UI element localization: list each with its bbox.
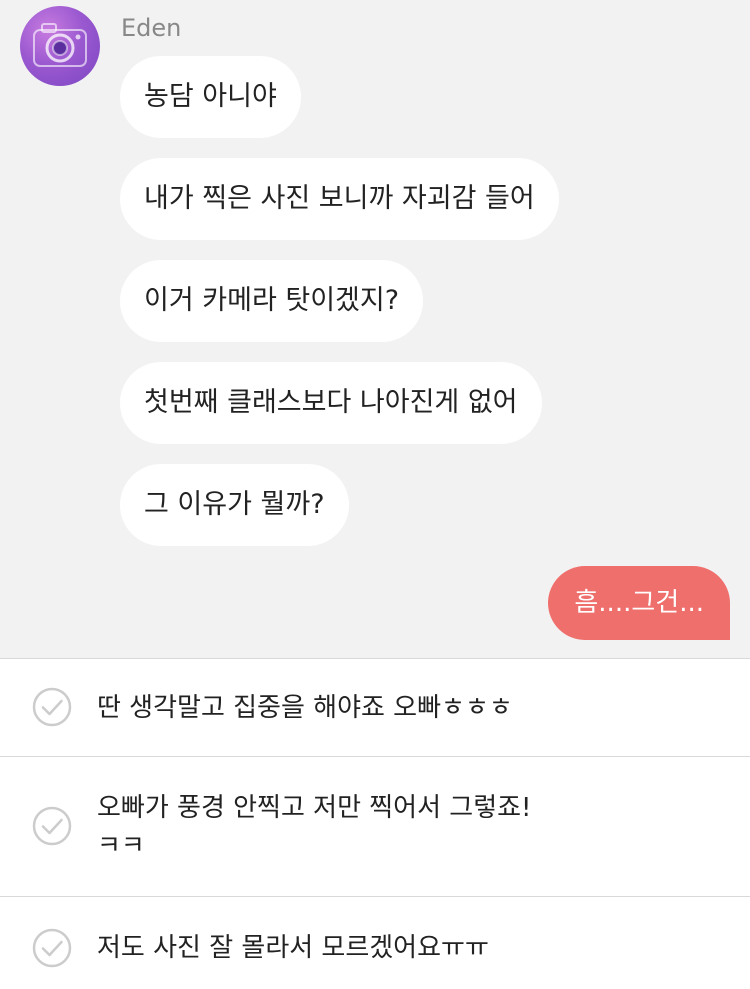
reply-option[interactable]: 딴 생각말고 집중을 해야죠 오빠ㅎㅎㅎ <box>0 659 750 756</box>
camera-icon <box>33 23 87 67</box>
sender-avatar[interactable] <box>20 6 100 86</box>
incoming-message: 그 이유가 뭘까? <box>120 464 349 546</box>
check-circle-icon <box>32 928 72 968</box>
incoming-message: 내가 찍은 사진 보니까 자괴감 들어 <box>120 158 559 240</box>
sender-name: Eden <box>121 14 182 42</box>
reply-option[interactable]: 저도 사진 잘 몰라서 모르겠어요ㅠㅠ <box>0 897 750 989</box>
outgoing-message: 흠....그건... <box>548 566 730 640</box>
check-circle-icon <box>32 806 72 846</box>
reply-option-text: 오빠가 풍경 안찍고 저만 찍어서 그렇죠! ㅋㅋ <box>97 793 532 861</box>
reply-option-text: 저도 사진 잘 몰라서 모르겠어요ㅠㅠ <box>97 933 489 963</box>
check-circle-icon <box>32 687 72 727</box>
reply-option-text: 딴 생각말고 집중을 해야죠 오빠ㅎㅎㅎ <box>97 693 513 723</box>
incoming-message: 농담 아니야 <box>120 56 301 138</box>
incoming-message: 이거 카메라 탓이겠지? <box>120 260 424 342</box>
chat-area: Eden 농담 아니야 내가 찍은 사진 보니까 자괴감 들어 이거 카메라 탓… <box>0 0 750 658</box>
reply-option[interactable]: 오빠가 풍경 안찍고 저만 찍어서 그렇죠! ㅋㅋ <box>0 757 750 896</box>
incoming-message: 첫번째 클래스보다 나아진게 없어 <box>120 362 542 444</box>
